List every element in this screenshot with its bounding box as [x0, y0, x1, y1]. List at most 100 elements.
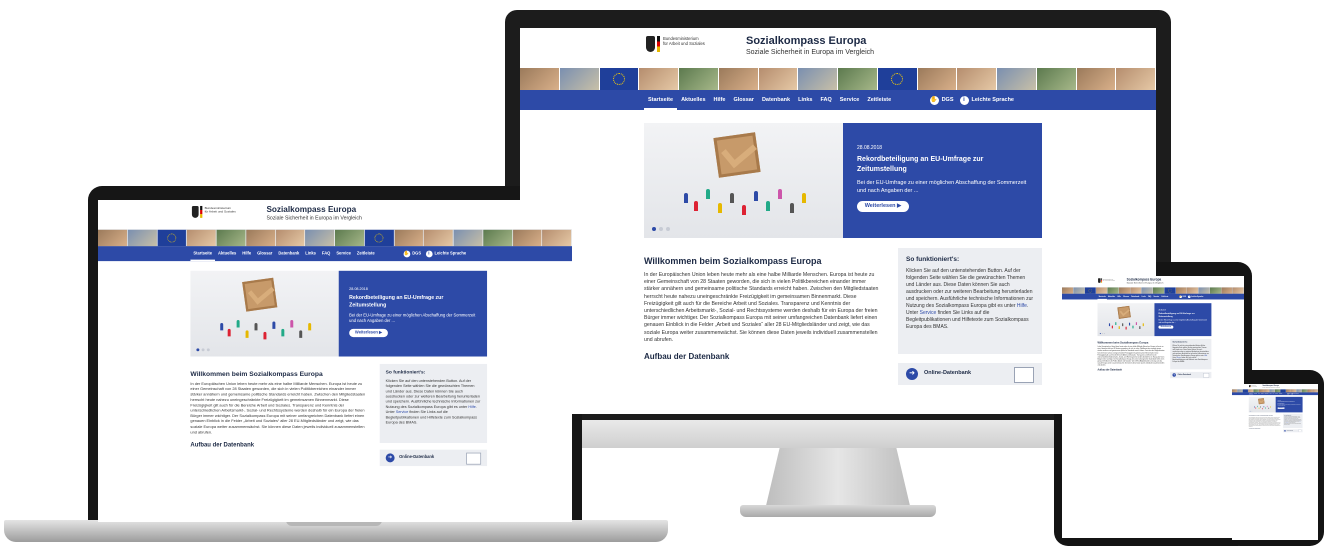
nav-item-datenbank[interactable]: Datenbank: [1130, 294, 1140, 300]
how-text-part: Klicken Sie auf den untenstehenden Butto…: [385, 378, 481, 410]
slider-dot[interactable]: [666, 227, 670, 231]
site-subtitle: Soziale Sicherheit in Europa im Vergleic…: [746, 49, 875, 56]
nav-accessibility: ✋ DGS i Leichte Sprache: [924, 90, 1014, 110]
read-more-button[interactable]: Weiterlesen ▶: [1277, 407, 1285, 409]
read-more-button[interactable]: Weiterlesen ▶: [857, 201, 909, 212]
service-link[interactable]: Service: [920, 310, 937, 316]
database-thumbnail-icon: [1014, 367, 1034, 383]
figure: [220, 322, 224, 331]
banner-photo: [639, 68, 679, 90]
arrow-right-icon: ➜: [906, 368, 918, 380]
nav-item-links[interactable]: Links: [794, 90, 816, 110]
figure: [790, 203, 794, 213]
figure: [1122, 323, 1124, 327]
site-title[interactable]: Sozialkompass Europa: [1127, 278, 1161, 281]
nav-item-startseite[interactable]: Startseite: [190, 246, 216, 262]
welcome-section: Willkommen beim Sozialkompass Europa In …: [1249, 415, 1281, 429]
slider-dot[interactable]: [1099, 332, 1101, 335]
figure: [1260, 406, 1261, 408]
hero-date: 28.08.2018: [857, 145, 883, 151]
nav-item-zeitleiste[interactable]: Zeitleiste: [1160, 294, 1169, 300]
site-title[interactable]: Sozialkompass Europa: [746, 35, 866, 47]
nav-item-faq[interactable]: FAQ: [816, 90, 835, 110]
welcome-section: Willkommen beim Sozialkompass Europa In …: [644, 256, 880, 361]
read-more-button[interactable]: Weiterlesen ▶: [1158, 325, 1174, 329]
slider-dot[interactable]: [206, 348, 210, 352]
online-database-button[interactable]: ➜ Online-Datenbank: [379, 449, 488, 467]
hero-slider: 28.08.2018 Rekordbeteiligung an EU-Umfra…: [1097, 303, 1212, 337]
nav-item-faq[interactable]: FAQ: [319, 246, 333, 261]
leichte-sprache-link[interactable]: i Leichte Sprache: [959, 95, 1014, 105]
nav-item-zeitleiste[interactable]: Zeitleiste: [863, 90, 895, 110]
figure: [227, 328, 231, 337]
leichte-sprache-link[interactable]: i Leichte Sprache: [1291, 393, 1299, 395]
dgs-link[interactable]: ✋ DGS: [929, 95, 954, 105]
service-link[interactable]: Service: [396, 410, 408, 414]
hero-title[interactable]: Rekordbeteiligung an EU-Umfrage zur Zeit…: [349, 295, 476, 310]
hero-image: [1248, 396, 1276, 413]
dgs-link[interactable]: ✋ DGS: [403, 250, 421, 258]
phone-screen: Bundesministerium für Arbeit und Soziale…: [1232, 384, 1318, 540]
nav-item-datenbank[interactable]: Datenbank: [275, 246, 302, 261]
easy-language-icon: i: [959, 95, 969, 105]
hero-title[interactable]: Rekordbeteiligung an EU-Umfrage zur Zeit…: [857, 155, 1027, 175]
slider-dot[interactable]: [1103, 332, 1105, 335]
nav-item-glossar[interactable]: Glossar: [729, 90, 757, 110]
figure: [290, 319, 294, 328]
hilfe-link[interactable]: Hilfe: [468, 405, 475, 409]
nav-item-aktuelles[interactable]: Aktuelles: [215, 246, 239, 261]
figure: [1135, 322, 1137, 325]
desktop-screen: Bundesministerium für Arbeit und Soziale…: [520, 28, 1156, 414]
easy-language-icon: i: [1187, 295, 1191, 298]
nav-item-aktuelles[interactable]: Aktuelles: [677, 90, 709, 110]
banner-photo: [453, 229, 484, 247]
figure: [1266, 405, 1268, 408]
nav-item-hilfe[interactable]: Hilfe: [710, 90, 730, 110]
nav-item-service[interactable]: Service: [1152, 294, 1160, 300]
site-title[interactable]: Sozialkompass Europa: [266, 205, 356, 214]
photo-banner: [520, 68, 1156, 90]
nav-item-service[interactable]: Service: [836, 90, 864, 110]
slider-dots: [1099, 332, 1106, 335]
federal-eagle-logo: [646, 36, 655, 52]
nav-item-glossar[interactable]: Glossar: [254, 246, 275, 261]
nav-item-zeitleiste[interactable]: Zeitleiste: [354, 246, 378, 261]
how-it-works-box: So funktioniert's: Klicken Sie auf den u…: [379, 363, 488, 443]
nav-item-aktuelles[interactable]: Aktuelles: [1107, 294, 1116, 300]
banner-photo: [483, 229, 513, 247]
slider-dot[interactable]: [201, 348, 205, 352]
slider-dot[interactable]: [1251, 410, 1253, 412]
nav-item-zeitleiste[interactable]: Zeitleiste: [1278, 392, 1282, 395]
slider-dot[interactable]: [659, 227, 663, 231]
hero-teaser: 28.08.2018 Rekordbeteiligung an EU-Umfra…: [843, 123, 1042, 238]
online-database-button[interactable]: ➜ Online-Datenbank: [898, 363, 1042, 385]
dgs-link[interactable]: ✋ DGS: [1179, 295, 1186, 298]
leichte-sprache-link[interactable]: i Leichte Sprache: [425, 250, 466, 258]
nav-item-startseite[interactable]: Startseite: [1097, 294, 1107, 300]
hero-slider: 28.08.2018 Rekordbeteiligung an EU-Umfra…: [1248, 396, 1303, 413]
slider-dot[interactable]: [652, 227, 656, 231]
banner-photo: [542, 229, 572, 247]
nav-item-datenbank[interactable]: Datenbank: [758, 90, 794, 110]
database-heading: Aufbau der Datenbank: [1248, 427, 1261, 430]
online-database-button[interactable]: ➜ Online-Datenbank: [1170, 371, 1212, 379]
nav-item-service[interactable]: Service: [333, 246, 354, 261]
nav-item-links[interactable]: Links: [302, 246, 319, 261]
nav-item-startseite[interactable]: Startseite: [644, 90, 678, 110]
hero-teaser: 28.08.2018 Rekordbeteiligung an EU-Umfra…: [338, 270, 488, 357]
online-database-button[interactable]: ➜ Online-Datenbank: [1283, 429, 1303, 433]
nav-item-hilfe[interactable]: Hilfe: [239, 246, 254, 261]
slider-dot[interactable]: [196, 348, 200, 352]
website: Bundesministerium für Arbeit und Soziale…: [1232, 384, 1318, 437]
database-thumbnail-icon: [466, 452, 482, 465]
hero-title[interactable]: Rekordbeteiligung an EU-Umfrage zur Zeit…: [1158, 312, 1207, 318]
online-database-label: Online-Datenbank: [1286, 430, 1293, 432]
dgs-link[interactable]: ✋ DGS: [1287, 393, 1291, 395]
welcome-text: In der Europäischen Union leben heute me…: [644, 272, 879, 343]
read-more-button[interactable]: Weiterlesen ▶: [349, 328, 388, 338]
figure: [754, 191, 758, 201]
nav-item-glossar[interactable]: Glossar: [1122, 294, 1130, 300]
slider-dot[interactable]: [1101, 332, 1103, 335]
leichte-sprache-link[interactable]: i Leichte Sprache: [1187, 295, 1203, 298]
hilfe-link[interactable]: Hilfe: [1017, 303, 1027, 309]
